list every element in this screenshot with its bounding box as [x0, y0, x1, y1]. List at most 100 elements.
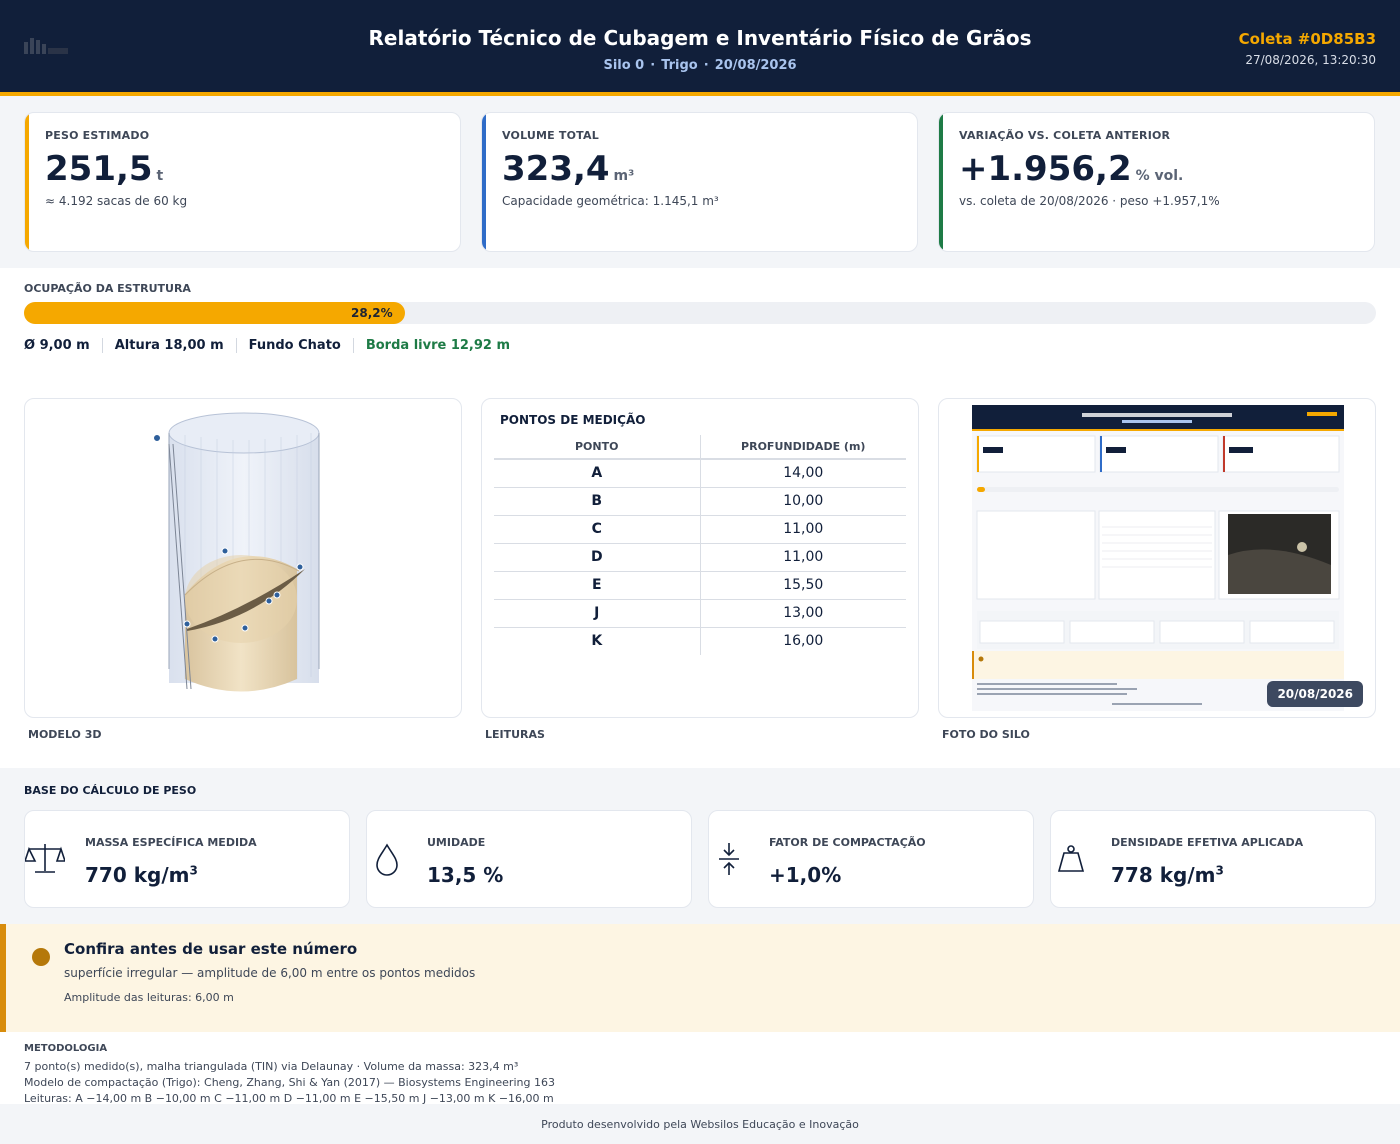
- value-superscript: 3: [189, 863, 198, 878]
- kpi-number: +1.956,2: [959, 149, 1132, 189]
- kpi-number: 323,4: [502, 149, 610, 189]
- silo-height: Altura 18,00 m: [101, 338, 236, 353]
- silo-bottom-type: Fundo Chato: [235, 338, 353, 353]
- point-depth: 10,00: [700, 487, 906, 516]
- readings-caption: LEITURAS: [485, 728, 545, 741]
- kpi-value: 251,5 t: [45, 149, 163, 189]
- compress-icon: [719, 843, 739, 875]
- silo-diameter: Ø 9,00 m: [24, 338, 90, 353]
- model-3d-panel[interactable]: [24, 398, 462, 718]
- occupancy-label: OCUPAÇÃO DA ESTRUTURA: [24, 282, 191, 295]
- drop-icon: [376, 843, 398, 876]
- report-date: 20/08/2026: [714, 58, 797, 73]
- photo-thumbnail-image: [972, 405, 1344, 705]
- photo-panel[interactable]: 20/08/2026: [938, 398, 1376, 718]
- density-card-value: 770 kg/m3: [85, 863, 198, 887]
- point-id: K: [494, 627, 701, 655]
- kpi-number: 251,5: [45, 149, 153, 189]
- density-card-value: +1,0%: [769, 863, 841, 887]
- column-header-point: PONTO: [494, 435, 701, 460]
- kpi-volume-card: VOLUME TOTAL 323,4 m³ Capacidade geométri…: [481, 112, 918, 252]
- table-row: B 10,00: [494, 487, 906, 516]
- point-id: B: [494, 487, 701, 516]
- kpi-subtext: Capacidade geométrica: 1.145,1 m³: [502, 194, 719, 208]
- report-title: Relatório Técnico de Cubagem e Inventári…: [368, 26, 1032, 50]
- weight-icon: [1057, 845, 1085, 872]
- point-depth: 14,00: [700, 459, 906, 488]
- readings-panel: PONTOS DE MEDIÇÃO PONTO PROFUNDIDADE (m)…: [481, 398, 919, 718]
- density-label: BASE DO CÁLCULO DE PESO: [24, 784, 197, 797]
- point-depth: 11,00: [700, 515, 906, 544]
- kpi-unit: % vol.: [1135, 168, 1184, 184]
- methodology-line: 7 ponto(s) medido(s), malha triangulada …: [24, 1060, 519, 1073]
- footer: Produto desenvolvido pela Websilos Educa…: [0, 1104, 1400, 1144]
- photo-caption: FOTO DO SILO: [942, 728, 1030, 741]
- density-card: MASSA ESPECÍFICA MEDIDA 770 kg/m3: [24, 810, 350, 908]
- kpi-value: 323,4 m³: [502, 149, 634, 189]
- kpi-label: VARIAÇÃO VS. COLETA ANTERIOR: [959, 129, 1171, 142]
- warning-title: Confira antes de usar este número: [64, 940, 358, 958]
- silo-3d-model[interactable]: [25, 399, 462, 718]
- density-card-value: 13,5 %: [427, 863, 503, 887]
- methodology-label: METODOLOGIA: [24, 1043, 108, 1054]
- points-title: PONTOS DE MEDIÇÃO: [500, 413, 646, 427]
- density-card-label: FATOR DE COMPACTAÇÃO: [769, 836, 926, 849]
- silo-dimensions: Ø 9,00 m Altura 18,00 m Fundo Chato Borda l…: [24, 338, 522, 353]
- collection-timestamp: 27/08/2026, 13:20:30: [1245, 53, 1376, 67]
- density-card: DENSIDADE EFETIVA APLICADA 778 kg/m3: [1050, 810, 1376, 908]
- occupancy-fill: [24, 302, 405, 324]
- column-header-depth: PROFUNDIDADE (m): [700, 435, 906, 460]
- table-row: D 11,00: [494, 543, 906, 572]
- grain-mass: [184, 555, 305, 692]
- density-card-label: DENSIDADE EFETIVA APLICADA: [1111, 836, 1304, 849]
- density-card-value: 778 kg/m3: [1111, 863, 1224, 887]
- separator: ·: [650, 58, 656, 73]
- kpi-accent-bar: [482, 113, 486, 251]
- value-text: 778 kg/m: [1111, 863, 1216, 887]
- grain-name: Trigo: [661, 58, 698, 73]
- methodology-line: Modelo de compactação (Trigo): Cheng, Zh…: [24, 1076, 555, 1089]
- value-text: 13,5 %: [427, 863, 504, 887]
- value-superscript: 3: [1215, 863, 1224, 878]
- point-depth: 11,00: [700, 543, 906, 572]
- warning-icon: [32, 948, 50, 966]
- table-row: C 11,00: [494, 515, 906, 544]
- warning-text: superfície irregular — amplitude de 6,00…: [64, 966, 476, 980]
- table-row: J 13,00: [494, 599, 906, 628]
- points-table: PONTO PROFUNDIDADE (m) A 14,00 B 10,00 C 11…: [494, 435, 906, 655]
- kpi-weight-card: PESO ESTIMADO 251,5 t ≈ 4.192 sacas de 60…: [24, 112, 461, 252]
- point-id: A: [494, 459, 701, 488]
- warning-amplitude: Amplitude das leituras: 6,00 m: [64, 991, 234, 1004]
- point-id: J: [494, 599, 701, 628]
- occupancy-percent: 28,2%: [351, 306, 393, 320]
- point-id: C: [494, 515, 701, 544]
- silo-photo[interactable]: [972, 405, 1344, 711]
- scale-icon: [25, 844, 65, 873]
- table-row: A 14,00: [494, 459, 906, 488]
- table-header-row: PONTO PROFUNDIDADE (m): [494, 435, 906, 460]
- point-depth: 15,50: [700, 571, 906, 600]
- density-card: FATOR DE COMPACTAÇÃO +1,0%: [708, 810, 1034, 908]
- table-row: K 16,00: [494, 627, 906, 655]
- kpi-unit: m³: [613, 168, 635, 184]
- density-card: UMIDADE 13,5 %: [366, 810, 692, 908]
- report-subtitle: Silo 0 · Trigo · 20/08/2026: [0, 58, 1400, 73]
- density-card-label: UMIDADE: [427, 836, 486, 849]
- point-id: D: [494, 543, 701, 572]
- table-row: E 15,50: [494, 571, 906, 600]
- point-depth: 13,00: [700, 599, 906, 628]
- kpi-subtext: vs. coleta de 20/08/2026 · peso +1.957,1…: [959, 194, 1220, 208]
- density-card-label: MASSA ESPECÍFICA MEDIDA: [85, 836, 257, 849]
- value-text: 770 kg/m: [85, 863, 190, 887]
- collection-code: Coleta #0D85B3: [1238, 30, 1376, 48]
- point-id: E: [494, 571, 701, 600]
- kpi-label: PESO ESTIMADO: [45, 129, 150, 142]
- kpi-value: +1.956,2% vol.: [959, 149, 1183, 189]
- silo-name: Silo 0: [603, 58, 645, 73]
- photo-date-badge: 20/08/2026: [1267, 681, 1363, 707]
- kpi-label: VOLUME TOTAL: [502, 129, 599, 142]
- kpi-subtext: ≈ 4.192 sacas de 60 kg: [45, 194, 188, 208]
- kpi-unit: t: [156, 168, 164, 184]
- kpi-accent-bar: [25, 113, 29, 251]
- silo-freeboard: Borda livre 12,92 m: [352, 338, 522, 353]
